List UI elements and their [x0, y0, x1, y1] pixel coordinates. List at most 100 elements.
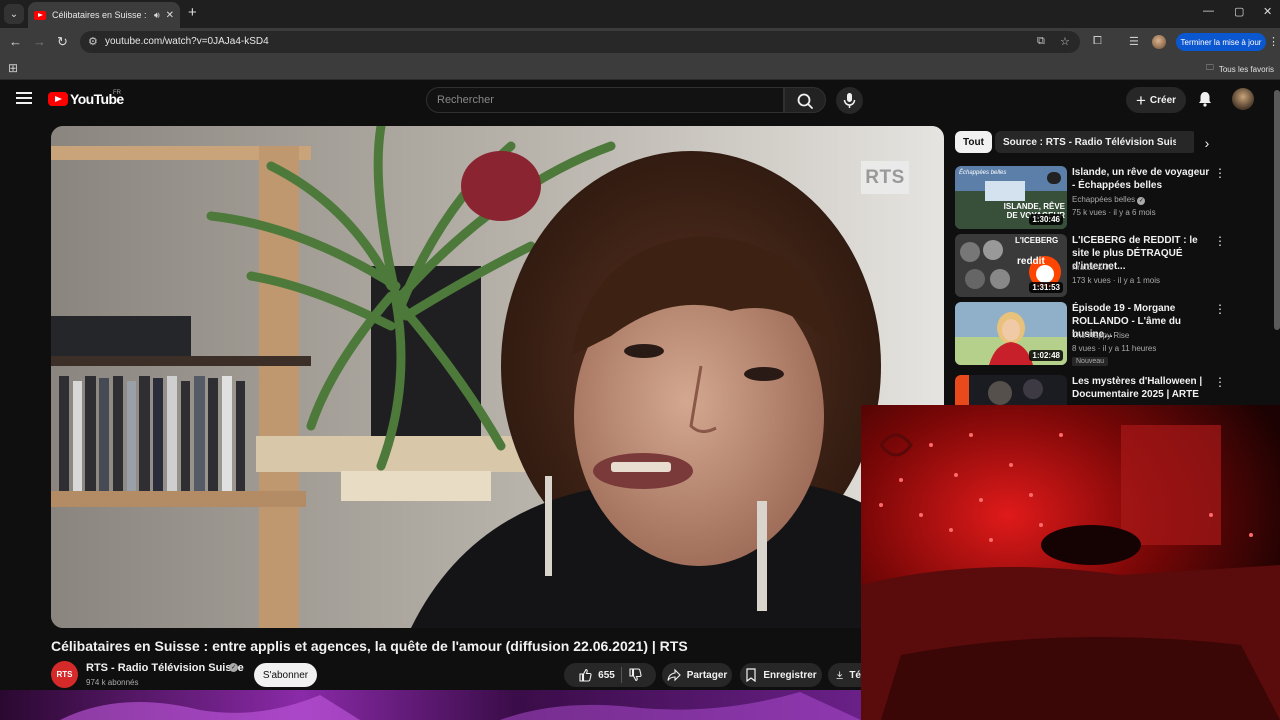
- save-label: Enregistrer: [763, 669, 817, 681]
- thumbnail-text: L'ICEBERG: [1015, 236, 1059, 245]
- star-icon[interactable]: ☆: [1060, 35, 1070, 48]
- banner-image: [0, 690, 861, 720]
- youtube-play-icon: [48, 92, 68, 106]
- like-count: 655: [598, 669, 615, 681]
- recommendation-item[interactable]: L'ICEBERG reddit 1:31:53 L'ICEBERG de RE…: [955, 234, 1226, 298]
- search-icon: [797, 93, 813, 109]
- install-icon[interactable]: ⧉: [1037, 35, 1045, 48]
- search-button[interactable]: [784, 87, 826, 113]
- video-thumbnail[interactable]: Échappées belles ISLANDE, RÊVE DE VOYAGE…: [955, 166, 1067, 229]
- rec-meta: 8 vues · il y a 11 heures: [1072, 344, 1157, 353]
- recommendation-item[interactable]: Les mystères d'Halloween | Documentaire …: [955, 375, 1225, 405]
- rec-channel[interactable]: Kratos & Jo: [1072, 263, 1113, 272]
- minimize-icon[interactable]: —: [1203, 5, 1214, 17]
- thumbnail-image: [955, 375, 1067, 405]
- more-vert-icon[interactable]: ⋮: [1214, 302, 1226, 316]
- like-dislike-group: 655: [564, 663, 656, 687]
- voice-search-button[interactable]: [836, 87, 863, 114]
- apps-icon[interactable]: ⊞: [8, 61, 18, 75]
- notifications-button[interactable]: [1196, 90, 1214, 108]
- share-label: Partager: [686, 669, 728, 681]
- more-vert-icon[interactable]: ⋮: [1214, 234, 1226, 248]
- video-thumbnail[interactable]: 1:02:48: [955, 302, 1067, 365]
- extensions-icon[interactable]: ⧠: [1093, 35, 1102, 48]
- browser-toolbar: ← → ↻ ⚙ youtube.com/watch?v=0JAJa4-kSD4 …: [0, 28, 1280, 56]
- thumbnail-logo: reddit: [1017, 256, 1045, 267]
- youtube-masthead: YouTube FR Rechercher + Créer: [0, 81, 1280, 119]
- back-icon[interactable]: ←: [9, 34, 22, 49]
- reading-list-icon[interactable]: ☰: [1129, 35, 1139, 48]
- tab-search-button[interactable]: ⌄: [4, 4, 24, 24]
- restore-icon[interactable]: ▢: [1234, 5, 1244, 18]
- tab-strip: ⌄ Célibataires en Suisse : entre 🔊︎ ✕ + …: [0, 0, 1280, 28]
- like-divider: [620, 667, 622, 683]
- recommendation-item[interactable]: 1:02:48 Épisode 19 - Morgane ROLLANDO - …: [955, 302, 1226, 366]
- recommendation-item[interactable]: Échappées belles ISLANDE, RÊVE DE VOYAGE…: [955, 166, 1226, 230]
- webcam-feed: [861, 405, 1280, 720]
- folder-icon: 🗀: [1205, 63, 1214, 72]
- bookmarks-bar: ⊞ 🗀 Tous les favoris: [0, 56, 1280, 80]
- close-icon[interactable]: ✕: [166, 10, 174, 21]
- channel-name[interactable]: RTS - Radio Télévision Suisse: [86, 662, 244, 674]
- bottom-banner: [0, 690, 861, 720]
- rec-channel[interactable]: The Happy Rise: [1072, 331, 1129, 340]
- webcam-overlay: [861, 405, 1280, 720]
- more-vert-icon[interactable]: ⋮: [1214, 375, 1225, 389]
- video-title: Célibataires en Suisse : entre applis et…: [51, 638, 688, 654]
- search-box[interactable]: Rechercher: [426, 87, 784, 113]
- site-info-icon[interactable]: ⚙: [88, 35, 98, 48]
- chip-all[interactable]: Tout: [955, 131, 992, 153]
- create-label: Créer: [1149, 94, 1177, 106]
- active-tab[interactable]: Célibataires en Suisse : entre 🔊︎ ✕: [28, 2, 180, 28]
- url-text[interactable]: youtube.com/watch?v=0JAJa4-kSD4: [105, 36, 269, 47]
- video-player[interactable]: RTS: [51, 126, 944, 628]
- more-vert-icon[interactable]: ⋮: [1268, 35, 1279, 48]
- chevron-right-icon[interactable]: ›: [1194, 132, 1220, 154]
- channel-avatar[interactable]: RTS: [51, 661, 78, 688]
- video-thumbnail[interactable]: L'ICEBERG reddit 1:31:53: [955, 234, 1067, 297]
- rec-title[interactable]: Les mystères d'Halloween | Documentaire …: [1072, 375, 1212, 401]
- address-bar[interactable]: ⚙ youtube.com/watch?v=0JAJa4-kSD4 ⧉ ☆: [80, 31, 1080, 53]
- download-label: Té: [849, 669, 861, 681]
- subscribe-button[interactable]: S'abonner: [254, 663, 317, 687]
- page-scrollbar[interactable]: [1274, 90, 1280, 330]
- verified-icon: ✓: [229, 663, 238, 672]
- duration-badge: 1:30:46: [1029, 214, 1063, 225]
- save-icon: [746, 668, 756, 682]
- new-badge: Nouveau: [1072, 357, 1109, 366]
- save-button[interactable]: Enregistrer: [740, 663, 822, 687]
- rec-channel[interactable]: Echappées belles ✓: [1072, 195, 1146, 205]
- all-bookmarks-button[interactable]: 🗀 Tous les favoris: [1206, 62, 1274, 76]
- plus-icon: +: [1135, 90, 1146, 110]
- rec-channel-name: Echappées belles: [1072, 195, 1136, 204]
- new-tab-button[interactable]: +: [188, 4, 197, 21]
- forward-icon[interactable]: →: [33, 34, 46, 49]
- update-button[interactable]: Terminer la mise à jour: [1176, 33, 1266, 51]
- thumbnail-logo: Échappées belles: [959, 170, 1007, 176]
- window-close-icon[interactable]: ✕: [1263, 5, 1272, 18]
- account-avatar[interactable]: [1232, 88, 1254, 110]
- dislike-icon[interactable]: [628, 668, 642, 682]
- download-icon: [836, 671, 843, 679]
- menu-icon[interactable]: [16, 92, 32, 104]
- verified-icon: ✓: [1137, 197, 1146, 205]
- like-button[interactable]: 655: [578, 668, 615, 682]
- more-vert-icon[interactable]: ⋮: [1214, 166, 1226, 180]
- country-code: FR: [113, 90, 121, 96]
- create-button[interactable]: + Créer: [1126, 87, 1186, 113]
- profile-avatar[interactable]: [1152, 35, 1166, 49]
- video-thumbnail[interactable]: [955, 375, 1067, 405]
- share-icon: [667, 668, 681, 682]
- chip-more[interactable]: [1176, 131, 1192, 153]
- video-frame: [51, 126, 944, 628]
- chip-source[interactable]: Source : RTS - Radio Télévision Suisse: [995, 131, 1198, 153]
- mic-icon: [843, 93, 856, 108]
- rec-meta: 75 k vues · il y a 6 mois: [1072, 208, 1156, 217]
- audio-icon[interactable]: 🔊︎: [154, 10, 160, 21]
- rec-title[interactable]: Islande, un rêve de voyageur - Échappées…: [1072, 166, 1212, 192]
- share-button[interactable]: Partager: [662, 663, 732, 687]
- download-button[interactable]: Té: [828, 663, 861, 687]
- reload-icon[interactable]: ↻: [57, 34, 68, 50]
- search-input[interactable]: Rechercher: [437, 94, 494, 106]
- channel-watermark: RTS: [861, 161, 909, 194]
